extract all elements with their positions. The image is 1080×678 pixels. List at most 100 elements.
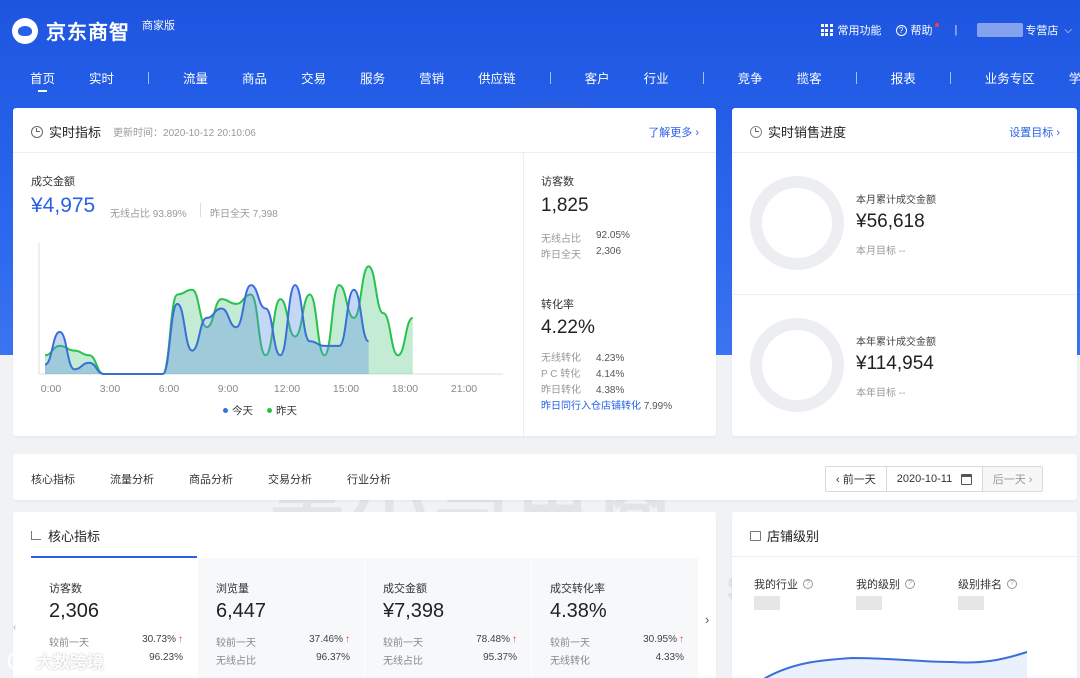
analysis-tab[interactable]: 交易分析	[268, 471, 312, 487]
date-input[interactable]: 2020-10-11	[887, 467, 983, 491]
metric-value: ¥7,398	[383, 600, 445, 622]
nav-item[interactable]: 行业	[644, 68, 669, 87]
visitors-yesterday-value: 2,306	[596, 246, 622, 257]
metric-card[interactable]: 成交金额 ¥7,398 较前一天 78.48% ↑ 无线占比 95.37%	[365, 558, 531, 678]
calendar-icon	[960, 473, 972, 485]
sub-value: 96.23%	[149, 652, 183, 663]
sales-progress-card: 实时销售进度 设置目标 › 本月累计成交金额 ¥56,618 本月目标 -- 本…	[732, 108, 1077, 436]
metric-compare-row: 较前一天 30.95% ↑	[550, 634, 684, 649]
learn-more-link[interactable]: 了解更多 ›	[648, 124, 699, 140]
brand-name: 京东商智	[46, 22, 130, 44]
scroll-left-icon[interactable]: ‹	[13, 622, 16, 633]
analysis-tab[interactable]: 流量分析	[110, 471, 154, 487]
gmv-wireless-share: 无线占比 93.89%	[110, 209, 187, 220]
nav-item[interactable]: 揽客	[797, 68, 822, 87]
date-picker: ‹ 前一天 2020-10-11 后一天 ›	[825, 466, 1044, 492]
scroll-right-icon[interactable]: ›	[705, 612, 709, 627]
conversion-row: 昨日转化 4.38%	[541, 381, 672, 397]
month-gmv-value: ¥56,618	[856, 211, 925, 232]
metric-value: 4.38%	[550, 600, 607, 622]
compare-value-wrap: 37.46% ↑	[309, 634, 350, 649]
main-nav: 首页 实时 流量 商品 交易 服务 营销 供应链 客户 行业 竞争 揽客 报表 业务专区 学院	[30, 68, 1080, 92]
clock-icon	[31, 125, 43, 138]
nav-item[interactable]: 服务	[360, 68, 385, 87]
nav-item[interactable]: 商品	[242, 68, 267, 87]
conv-row-value: 4.38%	[596, 385, 625, 396]
store-suffix: 专营店	[1025, 25, 1059, 37]
divider	[732, 556, 1077, 557]
conversion-label: 转化率	[541, 299, 574, 311]
conv-row-value: 4.14%	[596, 369, 625, 380]
level-rank-text: 级别排名	[958, 579, 1002, 591]
nav-item[interactable]: 流量	[183, 68, 208, 87]
question-icon[interactable]: ?	[905, 579, 915, 589]
metric-label: 成交转化率	[550, 583, 605, 595]
analysis-tab[interactable]: 商品分析	[189, 471, 233, 487]
set-target-link[interactable]: 设置目标 ›	[1009, 124, 1060, 140]
peer-conversion-link[interactable]: 昨日同行入仓店铺转化	[541, 401, 641, 412]
next-day-button[interactable]: 后一天 ›	[982, 467, 1043, 491]
realtime-title-text: 实时指标	[49, 125, 102, 140]
metric-card[interactable]: 成交转化率 4.38% 较前一天 30.95% ↑ 无线转化 4.33%	[532, 558, 698, 678]
up-arrow-icon: ↑	[679, 634, 684, 645]
sub-label: 无线占比	[383, 656, 423, 667]
corner-watermark: 大数跨境	[8, 648, 104, 673]
compare-value-wrap: 78.48% ↑	[476, 634, 517, 649]
my-level-text: 我的级别	[856, 579, 900, 591]
nav-item[interactable]: 业务专区	[985, 68, 1035, 87]
metric-sub-row: 无线占比 95.37%	[383, 652, 517, 667]
divider	[13, 152, 716, 153]
nav-item[interactable]: 营销	[419, 68, 444, 87]
analysis-tab[interactable]: 行业分析	[347, 471, 391, 487]
conv-row-value: 4.23%	[596, 353, 625, 364]
legend-today[interactable]: 今天	[232, 403, 253, 418]
store-level-title-text: 店铺级别	[767, 529, 820, 544]
edition-label: 商家版	[142, 19, 175, 32]
nav-item[interactable]: 供应链	[478, 68, 516, 87]
nav-item[interactable]: 实时	[89, 68, 114, 87]
jd-logo-icon	[12, 17, 38, 44]
question-icon[interactable]: ?	[803, 579, 813, 589]
bar-chart-icon	[31, 531, 41, 540]
question-icon[interactable]: ?	[1007, 579, 1017, 589]
nav-item[interactable]: 竞争	[738, 68, 763, 87]
year-progress-ring	[750, 318, 844, 412]
month-gmv-label: 本月累计成交金额	[856, 195, 936, 206]
level-trend-chart	[763, 651, 1028, 678]
watermark-logo-icon	[8, 651, 30, 670]
x-tick-label: 0:00	[41, 383, 62, 395]
core-title: 核心指标	[31, 526, 100, 545]
level-rank-label: 级别排名?	[958, 576, 1017, 592]
core-metrics-card: 核心指标 ‹ 访客数 2,306 较前一天 30.73% ↑ 96.23% 浏览量 6,447…	[13, 512, 716, 678]
prev-day-button[interactable]: ‹ 前一天	[826, 467, 887, 491]
sub-value: 96.37%	[316, 652, 350, 663]
nav-divider	[549, 71, 551, 84]
nav-item[interactable]: 首页	[30, 68, 55, 92]
analysis-tab[interactable]: 核心指标	[31, 471, 75, 487]
metric-card[interactable]: 浏览量 6,447 较前一天 37.46% ↑ 无线占比 96.37%	[198, 558, 364, 678]
nav-item[interactable]: 学院	[1069, 68, 1080, 87]
notification-dot	[934, 23, 939, 27]
divider: |	[954, 24, 958, 36]
nav-item[interactable]: 报表	[891, 68, 916, 87]
core-title-text: 核心指标	[48, 529, 101, 544]
my-industry-label: 我的行业?	[754, 576, 813, 592]
visitors-yesterday-label: 昨日全天	[541, 250, 581, 261]
nav-item[interactable]: 客户	[585, 68, 610, 87]
up-arrow-icon: ↑	[512, 634, 517, 645]
store-switcher[interactable]: 专营店 ⌵	[977, 22, 1072, 38]
brand-logo[interactable]: 京东商智 商家版	[12, 16, 175, 45]
metric-sub-row: 无线占比 96.37%	[216, 652, 350, 667]
metric-label: 成交金额	[383, 583, 427, 595]
x-tick-label: 6:00	[159, 383, 180, 395]
nav-item[interactable]: 交易	[301, 68, 326, 87]
help-button[interactable]: ? 帮助	[895, 22, 939, 38]
nav-divider	[949, 71, 951, 84]
legend-dot-yesterday	[267, 408, 272, 413]
visitors-wireless-value: 92.05%	[596, 230, 630, 241]
x-tick-label: 9:00	[218, 383, 239, 395]
common-functions-button[interactable]: 常用功能	[820, 22, 882, 38]
compare-value: 30.73%	[142, 634, 176, 645]
legend-yesterday[interactable]: 昨天	[276, 403, 297, 418]
sales-title: 实时销售进度	[750, 122, 846, 141]
